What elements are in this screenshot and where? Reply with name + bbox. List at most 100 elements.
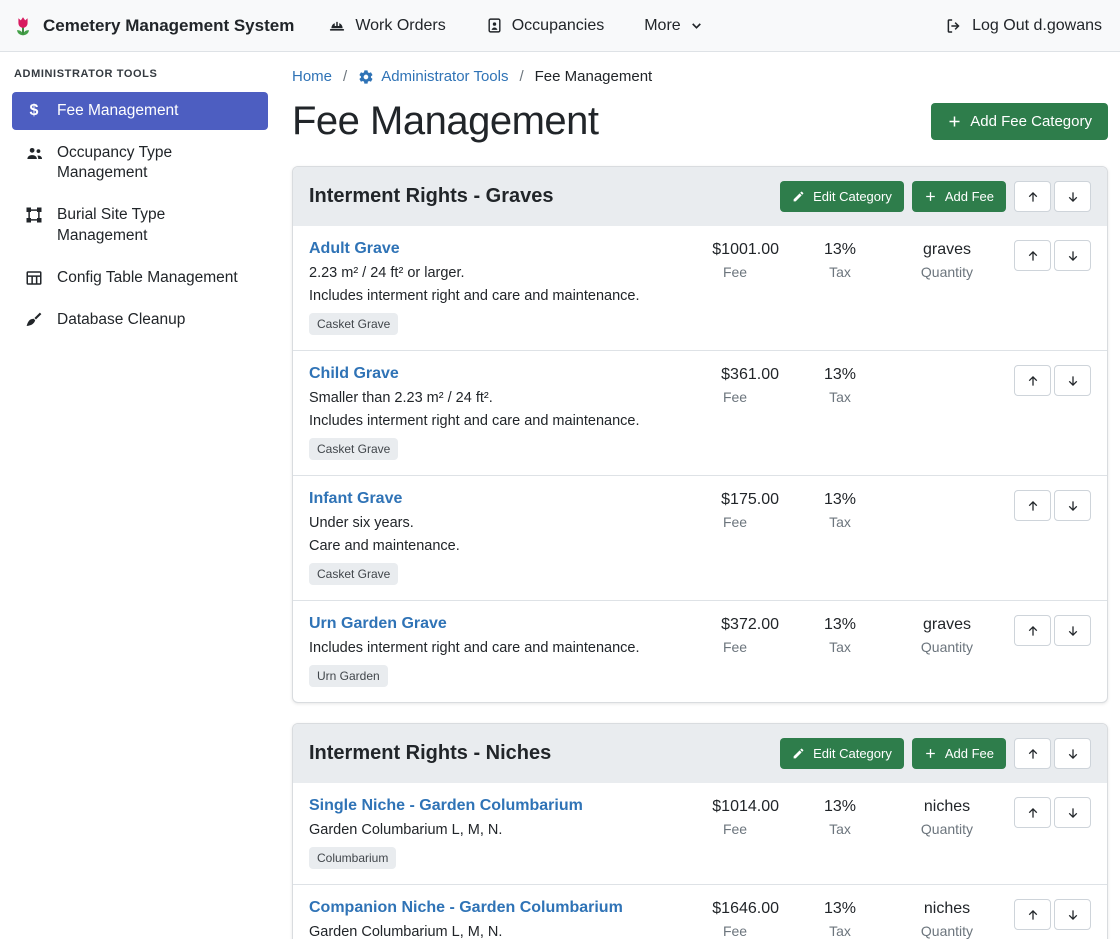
fee-desc2: Care and maintenance. — [309, 538, 669, 554]
plus-icon — [947, 114, 962, 129]
category-reorder-controls — [1014, 738, 1091, 769]
add-fee-button[interactable]: Add Fee — [912, 181, 1006, 212]
dollar-icon: $ — [24, 102, 44, 120]
fee-row: Urn Garden Grave Includes interment righ… — [293, 600, 1107, 702]
portrait-icon — [486, 17, 503, 34]
fee-quantity-col: graves Quantity — [889, 615, 1005, 655]
fee-tax-label: Tax — [791, 514, 889, 530]
add-fee-category-button[interactable]: Add Fee Category — [931, 103, 1108, 140]
fee-reorder-controls — [1005, 490, 1091, 521]
move-fee-up-button[interactable] — [1014, 615, 1051, 646]
fee-name-link[interactable]: Adult Grave — [309, 240, 400, 258]
fee-amount-col: $1001.00 Fee — [679, 240, 791, 280]
arrow-down-icon — [1066, 190, 1080, 204]
move-fee-down-button[interactable] — [1054, 490, 1091, 521]
fee-row: Child Grave Smaller than 2.23 m² / 24 ft… — [293, 350, 1107, 475]
move-fee-down-button[interactable] — [1054, 240, 1091, 271]
users-icon — [24, 144, 44, 163]
move-fee-up-button[interactable] — [1014, 899, 1051, 930]
move-fee-up-button[interactable] — [1014, 240, 1051, 271]
nav-item-occupancies[interactable]: Occupancies — [486, 17, 605, 35]
page-title: Fee Management — [292, 99, 599, 144]
move-fee-down-button[interactable] — [1054, 899, 1091, 930]
fee-quantity-col: graves Quantity — [889, 240, 1005, 280]
logout-button[interactable]: Log Out d.gowans — [945, 17, 1102, 35]
fee-info: Single Niche - Garden Columbarium Garden… — [309, 797, 679, 869]
fee-desc1: Smaller than 2.23 m² / 24 ft². — [309, 390, 669, 406]
arrow-down-icon — [1066, 374, 1080, 388]
nav-item-work-orders[interactable]: Work Orders — [328, 17, 445, 35]
move-category-up-button[interactable] — [1014, 738, 1051, 769]
fee-quantity-label: Quantity — [889, 639, 1005, 655]
primary-nav: Work Orders Occupancies More — [328, 17, 702, 35]
app-title: Cemetery Management System — [43, 16, 294, 36]
app-brand[interactable]: Cemetery Management System — [12, 15, 294, 37]
fee-reorder-controls — [1005, 797, 1091, 828]
fee-tax: 13% — [791, 366, 889, 384]
fee-name-link[interactable]: Child Grave — [309, 365, 399, 383]
nav-label-occupancies: Occupancies — [512, 17, 605, 35]
breadcrumb-admin-tools-label: Administrator Tools — [381, 68, 508, 85]
fee-amount-label: Fee — [679, 264, 791, 280]
breadcrumb-admin-tools-link[interactable]: Administrator Tools — [358, 68, 508, 85]
nav-item-more[interactable]: More — [644, 17, 702, 35]
arrow-down-icon — [1066, 249, 1080, 263]
fee-tax-col: 13% Tax — [791, 365, 889, 405]
edit-category-button[interactable]: Edit Category — [780, 738, 904, 769]
main-content: Home / Administrator Tools / Fee Managem… — [280, 52, 1120, 939]
fee-name-link[interactable]: Single Niche - Garden Columbarium — [309, 797, 583, 815]
fee-info: Child Grave Smaller than 2.23 m² / 24 ft… — [309, 365, 679, 460]
fee-info: Urn Garden Grave Includes interment righ… — [309, 615, 679, 687]
nav-label-work-orders: Work Orders — [355, 17, 445, 35]
fee-type-badge: Columbarium — [309, 847, 396, 869]
pencil-icon — [792, 747, 805, 760]
fee-amount: $1646.00 — [679, 900, 791, 918]
fee-name-link[interactable]: Urn Garden Grave — [309, 615, 447, 633]
fee-amount-label: Fee — [679, 821, 791, 837]
sign-out-icon — [945, 17, 963, 35]
fee-type-badge: Casket Grave — [309, 563, 398, 585]
arrow-up-icon — [1026, 374, 1040, 388]
move-category-up-button[interactable] — [1014, 181, 1051, 212]
sidebar-item-occupancy-type-management[interactable]: Occupancy Type Management — [12, 134, 268, 192]
sidebar-item-database-cleanup[interactable]: Database Cleanup — [12, 301, 268, 339]
add-fee-button[interactable]: Add Fee — [912, 738, 1006, 769]
add-fee-label: Add Fee — [945, 746, 994, 761]
move-fee-down-button[interactable] — [1054, 615, 1091, 646]
fee-reorder-controls — [1005, 899, 1091, 930]
sidebar-item-config-table-management[interactable]: Config Table Management — [12, 259, 268, 297]
move-fee-up-button[interactable] — [1014, 365, 1051, 396]
move-category-down-button[interactable] — [1054, 738, 1091, 769]
move-fee-down-button[interactable] — [1054, 797, 1091, 828]
sidebar-item-burial-site-type-management[interactable]: Burial Site Type Management — [12, 196, 268, 254]
category-header: Interment Rights - Niches Edit Category … — [293, 724, 1107, 783]
arrow-down-icon — [1066, 499, 1080, 513]
fee-name-link[interactable]: Companion Niche - Garden Columbarium — [309, 899, 623, 917]
arrow-down-icon — [1066, 908, 1080, 922]
move-fee-down-button[interactable] — [1054, 365, 1091, 396]
move-category-down-button[interactable] — [1054, 181, 1091, 212]
admin-sidebar: ADMINISTRATOR TOOLS $ Fee Management Occ… — [0, 52, 280, 939]
vector-square-icon — [24, 206, 44, 224]
logout-label: Log Out d.gowans — [972, 17, 1102, 35]
sidebar-label-fee-management: Fee Management — [57, 101, 179, 121]
fee-name-link[interactable]: Infant Grave — [309, 490, 402, 508]
arrow-down-icon — [1066, 747, 1080, 761]
breadcrumb-separator: / — [343, 68, 347, 85]
arrow-up-icon — [1026, 249, 1040, 263]
nav-label-more: More — [644, 17, 680, 35]
fee-amount-col: $372.00 Fee — [679, 615, 791, 655]
fee-category-card: Interment Rights - Graves Edit Category … — [292, 166, 1108, 703]
fee-tax-label: Tax — [791, 389, 889, 405]
edit-category-button[interactable]: Edit Category — [780, 181, 904, 212]
breadcrumb-separator: / — [519, 68, 523, 85]
fee-tax-col: 13% Tax — [791, 899, 889, 939]
breadcrumb-home-link[interactable]: Home — [292, 68, 332, 85]
fee-desc1: Under six years. — [309, 515, 669, 531]
categories-container: Interment Rights - Graves Edit Category … — [292, 166, 1108, 939]
fee-desc1: Includes interment right and care and ma… — [309, 640, 669, 656]
move-fee-up-button[interactable] — [1014, 797, 1051, 828]
sidebar-item-fee-management[interactable]: $ Fee Management — [12, 92, 268, 130]
move-fee-up-button[interactable] — [1014, 490, 1051, 521]
fee-quantity: niches — [889, 900, 1005, 918]
